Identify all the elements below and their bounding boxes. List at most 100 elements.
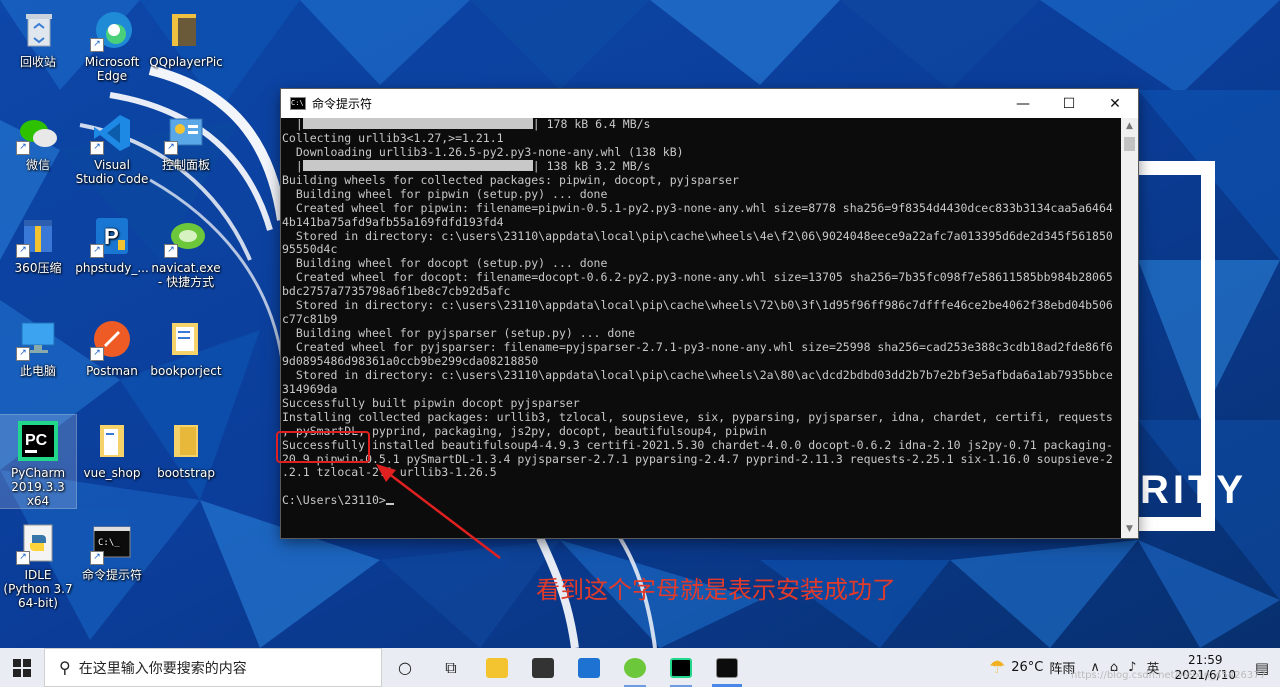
console-line: Stored in directory: c:\users\23110\appd…	[282, 298, 1113, 313]
python-icon: ↗	[16, 521, 60, 565]
navicat-icon	[624, 657, 646, 678]
desktop-icon-recycle-bin[interactable]: 回收站	[0, 8, 76, 69]
store-icon	[532, 657, 554, 678]
start-button[interactable]	[0, 648, 44, 687]
weather-widget[interactable]: ☂ 26°C 阵雨	[989, 657, 1075, 678]
vscode-icon: ↗	[90, 111, 134, 155]
shortcut-arrow-icon: ↗	[16, 551, 30, 565]
shortcut-arrow-icon: ↗	[90, 244, 104, 258]
mail-icon	[578, 657, 600, 678]
shortcut-arrow-icon: ↗	[16, 347, 30, 361]
desktop-icon-vue-shop[interactable]: vue_shop	[74, 419, 150, 480]
desktop-icon-pycharm[interactable]: PC PyCharm 2019.3.3 x64	[0, 414, 77, 509]
download-progress-bar	[302, 159, 533, 171]
window-title: 命令提示符	[312, 97, 373, 111]
taskbar-store[interactable]	[520, 648, 566, 687]
console-line: Downloading urllib3-1.26.5-py2.py3-none-…	[282, 144, 684, 159]
console-line: Stored in directory: c:\users\23110\appd…	[282, 367, 1113, 382]
desktop-icon-edge[interactable]: ↗ Microsoft Edge	[74, 8, 150, 83]
task-view-icon: ⧉	[445, 657, 457, 677]
cortana-icon: ○	[398, 658, 412, 677]
cmd-window[interactable]: C:\ 命令提示符 — ☐ ✕ | | 178 kB 6.4 MB/s Collec…	[281, 89, 1138, 538]
desktop-icon-bootstrap[interactable]: bootstrap	[148, 419, 224, 480]
desktop-icon-360zip[interactable]: ↗ 360压缩	[0, 214, 76, 275]
desktop-icon-label: bootstrap	[157, 466, 215, 480]
desktop-icon-this-pc[interactable]: ↗ 此电脑	[0, 317, 76, 378]
clock-time: 21:59	[1187, 652, 1223, 667]
window-titlebar[interactable]: C:\ 命令提示符 — ☐ ✕	[281, 89, 1138, 118]
desktop-icon-cmd[interactable]: C:\_ ↗ 命令提示符	[74, 521, 150, 582]
highlight-box	[276, 431, 370, 463]
shortcut-arrow-icon: ↗	[16, 141, 30, 155]
console-line: C:\Users\23110>	[282, 493, 1122, 508]
close-button[interactable]: ✕	[1092, 89, 1138, 118]
cmd-icon: C:\_ ↗	[90, 521, 134, 565]
vertical-scrollbar[interactable]: ▲ ▼	[1121, 118, 1138, 538]
console-line: bdc2757a7735798a6f1be8c7cb92d5afc	[282, 284, 511, 299]
watermark: https://blog.csdn.net/weixin_45426377	[1070, 670, 1266, 681]
desktop-icon-wechat[interactable]: ↗ 微信	[0, 111, 76, 172]
taskbar-navicat[interactable]	[612, 648, 658, 687]
console-line: | | 138 kB 3.2 MB/s	[282, 158, 651, 173]
minimize-button[interactable]: —	[1000, 89, 1046, 118]
cmd-window-icon: C:\	[290, 97, 306, 110]
console-line: Created wheel for pyjsparser: filename=p…	[282, 340, 1113, 354]
console-line: 95550d4c	[282, 242, 338, 257]
archive-icon: ↗	[16, 214, 60, 258]
svg-text:P: P	[104, 224, 119, 249]
postman-icon: ↗	[90, 317, 134, 361]
taskbar-pycharm[interactable]	[658, 648, 704, 687]
desktop-icon-label: PyCharm 2019.3.3 x64	[10, 466, 66, 508]
console-line: 314969da	[282, 381, 338, 396]
navicat-icon: ↗	[164, 214, 208, 258]
edge-icon: ↗	[90, 8, 134, 52]
taskbar-cmd[interactable]	[704, 648, 750, 687]
shortcut-arrow-icon: ↗	[90, 347, 104, 361]
desktop-icon-bookporject[interactable]: bookporject	[148, 317, 224, 378]
console-line: Stored in directory: c:\users\23110\appd…	[282, 228, 1113, 243]
computer-icon: ↗	[16, 317, 60, 361]
console-output[interactable]: | | 178 kB 6.4 MB/s Collecting urllib3<1.2…	[281, 118, 1122, 538]
taskbar-search-box[interactable]: ⚲ 在这里输入你要搜索的内容	[44, 648, 382, 687]
desktop-icon-phpstudy[interactable]: P ↗ phpstudy_...	[74, 214, 150, 275]
scrollbar-thumb[interactable]	[1124, 137, 1135, 151]
maximize-button[interactable]: ☐	[1046, 89, 1092, 118]
taskbar-file-explorer[interactable]	[474, 648, 520, 687]
search-placeholder: 在这里输入你要搜索的内容	[78, 660, 247, 677]
scroll-down-icon[interactable]: ▼	[1121, 521, 1138, 538]
console-line: Successfully installed beautifulsoup4-4.…	[282, 437, 1113, 452]
desktop-icon-label: Visual Studio Code	[75, 158, 149, 186]
shortcut-arrow-icon: ↗	[90, 38, 104, 52]
console-line: Building wheel for pipwin (setup.py) ...…	[282, 186, 608, 201]
desktop-icon-vscode[interactable]: ↗ Visual Studio Code	[74, 111, 150, 186]
pycharm-icon: PC	[16, 419, 60, 463]
desktop-icon-idle[interactable]: ↗ IDLE (Python 3.7 64-bit)	[0, 521, 76, 610]
svg-text:C:\_: C:\_	[98, 538, 120, 548]
system-tray: ☂ 26°C 阵雨 ∧ ⌂ ♪ 英 21:59 2021/6/10 ▤	[989, 648, 1280, 687]
folder-icon	[486, 657, 508, 678]
desktop-icon-label: navicat.exe - 快捷方式	[151, 261, 221, 289]
desktop-icon-label: QQplayerPic	[149, 55, 223, 69]
desktop-icon-control-panel[interactable]: ↗ 控制面板	[148, 111, 224, 172]
console-line: 9d0895486d98361a0ccb9be299cda08218850	[282, 353, 539, 368]
desktop-icon-label: Microsoft Edge	[84, 55, 140, 83]
taskbar-mail[interactable]	[566, 648, 612, 687]
desktop-icon-postman[interactable]: ↗ Postman	[74, 317, 150, 378]
wallpaper-text: RITY	[1140, 468, 1248, 512]
folder-icon	[164, 317, 208, 361]
folder-icon	[90, 419, 134, 463]
search-icon: ⚲	[59, 658, 71, 677]
pycharm-icon	[670, 657, 692, 678]
desktop-icon-label: 控制面板	[161, 158, 210, 172]
shortcut-arrow-icon: ↗	[16, 244, 30, 258]
task-view-button[interactable]: ⧉	[428, 648, 474, 687]
desktop-icon-qqplayerpic[interactable]: QQplayerPic	[148, 8, 224, 69]
scroll-up-icon[interactable]: ▲	[1121, 118, 1138, 135]
console-line: .2.1 tzlocal-2.1 urllib3-1.26.5	[282, 465, 497, 480]
desktop-icon-navicat[interactable]: ↗ navicat.exe - 快捷方式	[148, 214, 224, 289]
cortana-button[interactable]: ○	[382, 648, 428, 687]
text-cursor	[385, 503, 394, 506]
shortcut-arrow-icon: ↗	[90, 141, 104, 155]
console-line: Installing collected packages: urllib3, …	[282, 409, 1113, 424]
